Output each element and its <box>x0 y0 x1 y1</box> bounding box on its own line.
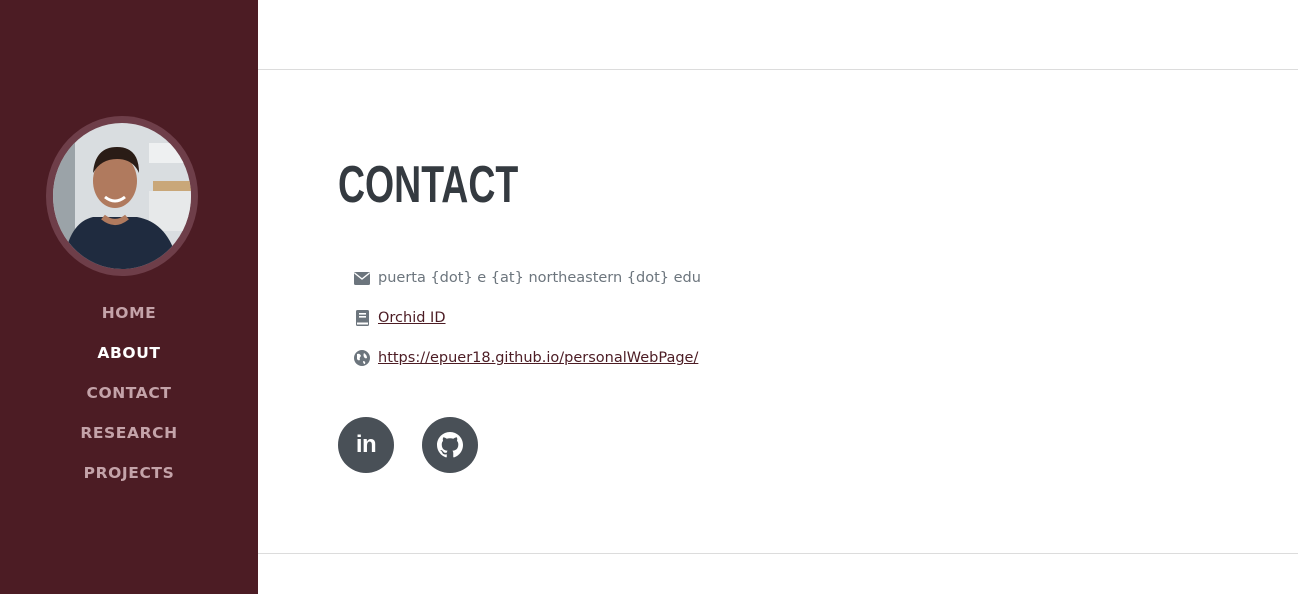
nav-projects[interactable]: PROJECTS <box>0 463 258 483</box>
contact-orchid: Orchid ID <box>354 308 446 328</box>
github-button[interactable] <box>422 417 478 473</box>
linkedin-button[interactable]: in <box>338 417 394 473</box>
book-icon <box>354 310 370 326</box>
top-divider <box>258 69 1298 70</box>
github-icon <box>437 432 463 458</box>
linkedin-icon: in <box>355 431 377 458</box>
avatar <box>46 116 198 276</box>
nav-contact[interactable]: CONTACT <box>0 383 258 403</box>
contact-email: puerta {dot} e {at} northeastern {dot} e… <box>354 268 701 288</box>
nav-about[interactable]: ABOUT <box>0 343 258 363</box>
globe-icon <box>354 350 370 366</box>
envelope-icon <box>354 270 370 286</box>
orchid-id-link[interactable]: Orchid ID <box>378 310 446 326</box>
profile-photo-image <box>53 123 191 269</box>
website-link[interactable]: https://epuer18.github.io/personalWebPag… <box>378 350 698 366</box>
contact-website: https://epuer18.github.io/personalWebPag… <box>354 348 698 368</box>
bottom-divider <box>258 553 1298 554</box>
nav-research[interactable]: RESEARCH <box>0 423 258 443</box>
page-title: CONTACT <box>338 156 519 214</box>
nav-home[interactable]: HOME <box>0 303 258 323</box>
profile-photo <box>53 123 191 269</box>
contact-email-text: puerta {dot} e {at} northeastern {dot} e… <box>378 270 701 286</box>
sidebar: HOME ABOUT CONTACT RESEARCH PROJECTS <box>0 0 258 594</box>
